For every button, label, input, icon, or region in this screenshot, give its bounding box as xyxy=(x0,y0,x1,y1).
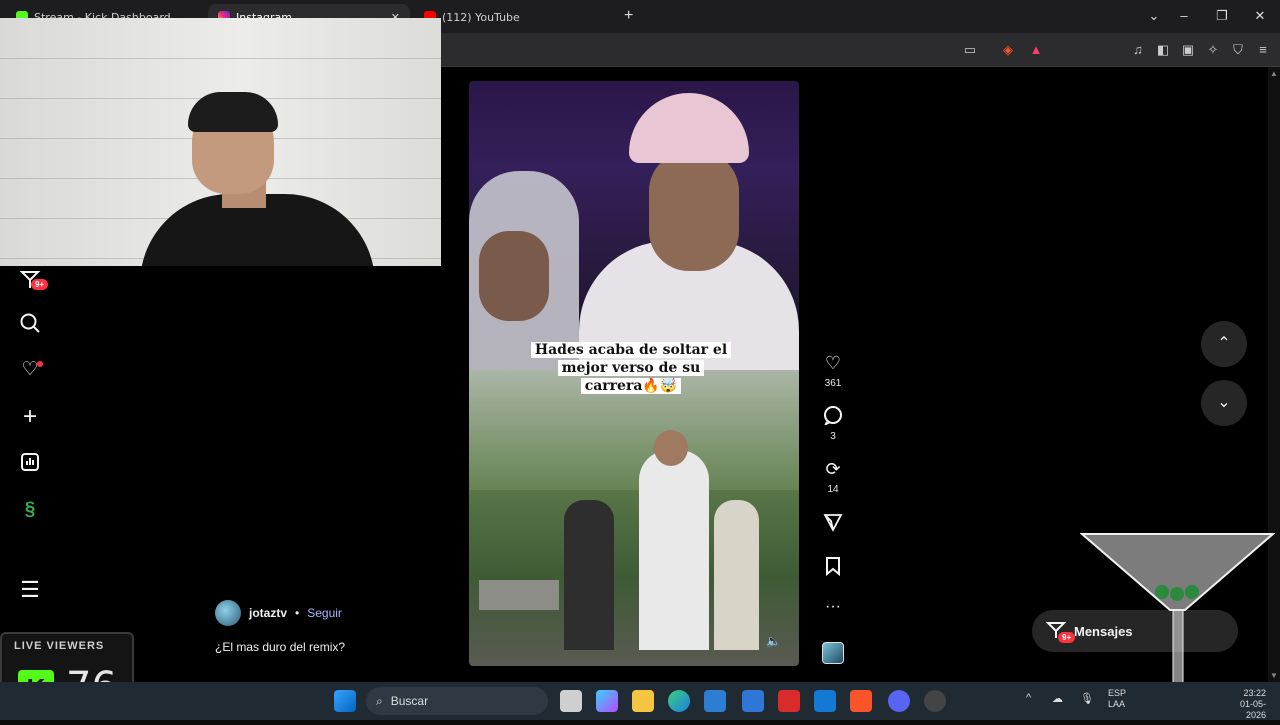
store-icon[interactable] xyxy=(704,690,726,712)
audio-thumbnail[interactable] xyxy=(822,642,844,664)
scroll-up-arrow[interactable]: ▲ xyxy=(1270,69,1278,78)
avatar[interactable] xyxy=(215,600,241,626)
like-button[interactable]: ♡ 361 xyxy=(818,352,848,389)
close-icon[interactable]: ✕ xyxy=(1250,6,1270,26)
app-icon[interactable] xyxy=(742,690,764,712)
sidebar-toggle-icon[interactable]: ◧ xyxy=(1155,42,1171,58)
clock[interactable]: 23:22 01-05-2026 xyxy=(1222,688,1266,721)
threads-icon[interactable]: § xyxy=(18,498,42,522)
music-icon[interactable]: ♫ xyxy=(1130,42,1146,58)
live-viewers-label: LIVE VIEWERS xyxy=(14,640,105,652)
reel-author: jotaztv • Seguir xyxy=(215,600,342,626)
new-tab-button[interactable]: + xyxy=(624,7,633,25)
chevron-up-icon[interactable]: ^ xyxy=(1026,692,1031,704)
like-count: 361 xyxy=(824,378,842,389)
windows-start-icon[interactable] xyxy=(334,690,356,712)
tab-youtube[interactable]: (112) YouTube xyxy=(414,4,614,30)
outlook-icon[interactable] xyxy=(814,690,836,712)
brave-rewards-icon[interactable]: ▲ xyxy=(1028,42,1044,58)
tab-title: (112) YouTube xyxy=(442,10,520,24)
taskbar-search-placeholder: Buscar xyxy=(390,694,429,708)
speaker-icon[interactable]: 🔈 xyxy=(766,634,781,648)
wallet-icon[interactable]: ▣ xyxy=(1180,42,1196,58)
heart-outline-icon: ♡ xyxy=(824,353,842,373)
repost-icon: ⟳ xyxy=(825,459,841,479)
author-username[interactable]: jotaztv xyxy=(249,606,287,620)
webcam-overlay xyxy=(0,18,441,266)
obs-icon[interactable] xyxy=(924,690,946,712)
repost-count: 14 xyxy=(827,484,839,495)
comment-button[interactable]: 3 xyxy=(818,405,848,442)
reel-description: ¿El mas duro del remix? xyxy=(215,640,346,654)
taskbar-search[interactable]: ⌕ Buscar xyxy=(366,687,548,715)
search-icon[interactable] xyxy=(18,312,42,336)
reel-caption: Hades acaba de soltar el mejor verso de … xyxy=(530,341,732,395)
language-indicator[interactable]: ESP LAA xyxy=(1108,688,1126,710)
minimize-icon[interactable]: – xyxy=(1174,6,1194,26)
messages-badge: 9+ xyxy=(1058,632,1076,643)
more-options-icon[interactable]: ··· xyxy=(818,598,848,616)
send-icon xyxy=(818,512,848,534)
file-explorer-icon[interactable] xyxy=(632,690,654,712)
previous-reel-button[interactable]: ⌃ xyxy=(1201,321,1247,367)
save-button[interactable] xyxy=(818,556,848,578)
notification-dot xyxy=(37,361,43,367)
task-view-icon[interactable] xyxy=(560,690,582,712)
bookmark-icon xyxy=(818,556,848,578)
comment-icon xyxy=(818,405,848,427)
ai-icon[interactable]: ✧ xyxy=(1205,42,1221,58)
copilot-icon[interactable] xyxy=(596,690,618,712)
chevron-down-icon[interactable]: ⌄ xyxy=(1144,6,1164,26)
follow-button[interactable]: Seguir xyxy=(307,606,342,620)
repost-button[interactable]: ⟳ 14 xyxy=(818,458,848,495)
separator-dot: • xyxy=(295,606,300,620)
share-button[interactable] xyxy=(818,512,848,534)
restore-icon[interactable]: ❐ xyxy=(1212,6,1232,26)
comment-count: 3 xyxy=(830,431,836,442)
plus-icon[interactable]: + xyxy=(18,405,42,429)
cast-icon[interactable]: ▭ xyxy=(962,42,978,58)
shield-app-icon[interactable] xyxy=(778,690,800,712)
vpn-icon[interactable]: ⛉ xyxy=(1230,42,1246,58)
reel-video-top-frame xyxy=(469,81,799,371)
cloud-icon[interactable]: ☁ xyxy=(1052,692,1063,705)
browser-menu-icon[interactable]: ≡ xyxy=(1255,42,1271,58)
search-icon: ⌕ xyxy=(376,693,383,708)
insights-icon[interactable] xyxy=(18,452,42,476)
reel-video-bottom-frame xyxy=(469,370,799,666)
messenger-badge: 9+ xyxy=(31,279,49,290)
microphone-icon[interactable]: 🎙 xyxy=(1080,692,1094,705)
brave-icon[interactable] xyxy=(850,690,872,712)
menu-icon[interactable]: ☰ xyxy=(18,578,42,602)
brave-shield-icon[interactable]: ◈ xyxy=(1000,42,1016,58)
edge-icon[interactable] xyxy=(668,690,690,712)
discord-icon[interactable] xyxy=(888,690,910,712)
next-reel-button[interactable]: ⌄ xyxy=(1201,380,1247,426)
